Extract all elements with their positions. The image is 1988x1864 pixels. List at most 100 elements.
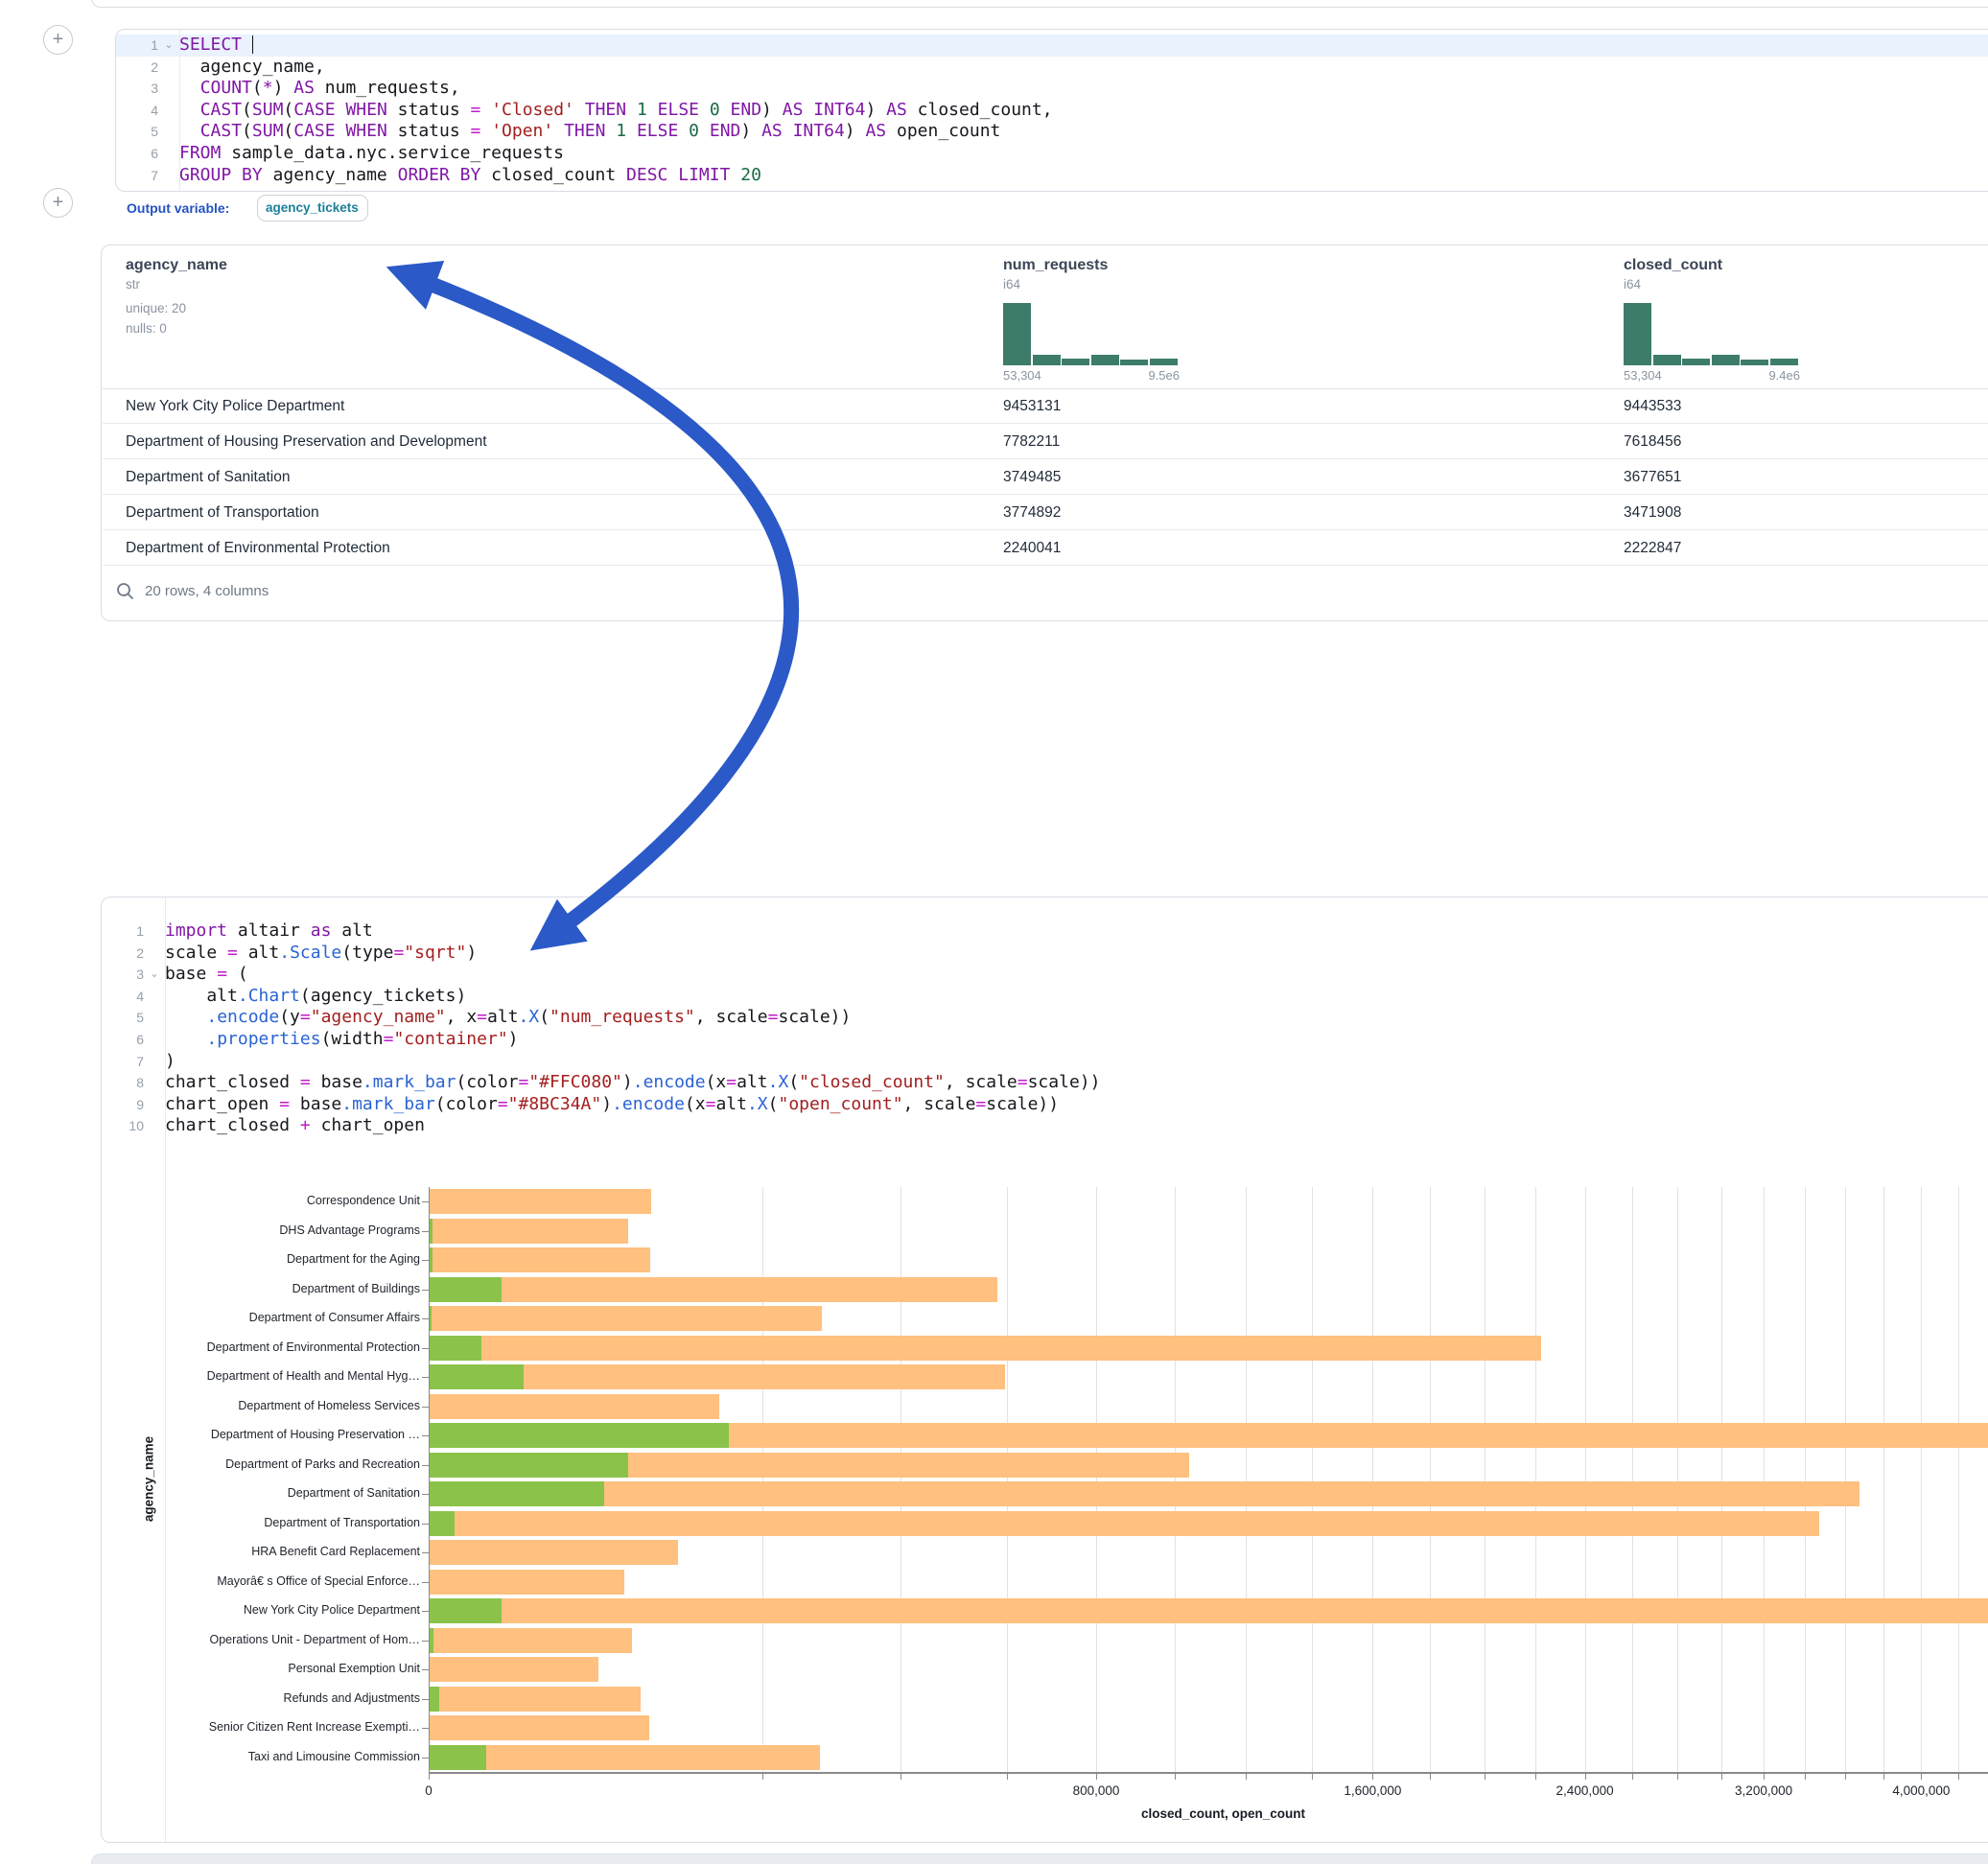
histogram-max: 9.5e6 [1003, 368, 1180, 383]
grid-line [1845, 1187, 1846, 1772]
bar-open [430, 1336, 481, 1361]
bar-open [430, 1219, 433, 1244]
bar-open [430, 1306, 432, 1331]
category-label: Department of Sanitation [132, 1486, 420, 1500]
grid-line [1883, 1187, 1884, 1772]
output-variable-label: Output variable: [127, 200, 229, 216]
x-tick [1096, 1772, 1097, 1780]
grid-line [1677, 1187, 1678, 1772]
grid-line [1721, 1187, 1722, 1772]
table-row[interactable]: Department of Sanitation37494853677651 [103, 459, 1988, 495]
table-cell: 3471908 [1624, 495, 1681, 530]
histogram-bar [1770, 359, 1798, 365]
x-tick [1805, 1772, 1806, 1780]
table-cell: 3774892 [1003, 495, 1061, 530]
category-label: Operations Unit - Department of Hom… [132, 1633, 420, 1646]
category-label: Correspondence Unit [132, 1194, 420, 1207]
column-header[interactable]: agency_name [126, 257, 227, 274]
bar-closed [430, 1219, 628, 1244]
code-line: 2 agency_name, [116, 57, 1988, 79]
histogram-max: 9.4e6 [1624, 368, 1800, 383]
code-line: 7) [102, 1051, 1988, 1073]
histogram [1624, 303, 1800, 365]
category-label: HRA Benefit Card Replacement [132, 1545, 420, 1558]
grid-line [1312, 1187, 1313, 1772]
category-label: Department of Health and Mental Hyg… [132, 1369, 420, 1383]
column-header[interactable]: num_requests [1003, 257, 1108, 274]
bar-closed [430, 1687, 641, 1712]
bar-closed [430, 1657, 598, 1682]
code-line: 9chart_open = base.mark_bar(color="#8BC3… [102, 1094, 1988, 1116]
bar-open [430, 1511, 455, 1536]
category-label: Mayorâ€ s Office of Special Enforce… [132, 1574, 420, 1588]
x-tick-label: 4,000,000 [1892, 1783, 1950, 1798]
sql-code-editor[interactable]: 1⌄SELECT 2 agency_name,3 COUNT(*) AS num… [116, 30, 1988, 186]
grid-line [1430, 1187, 1431, 1772]
grid-line [1921, 1187, 1922, 1772]
code-line: 4 alt.Chart(agency_tickets) [102, 986, 1988, 1008]
x-tick [1175, 1772, 1176, 1780]
bar-closed [430, 1189, 651, 1214]
table-row[interactable]: Department of Transportation377489234719… [103, 495, 1988, 530]
code-line: 1import altair as alt [102, 920, 1988, 943]
next-cell-edge[interactable] [91, 1853, 1988, 1864]
x-tick [1883, 1772, 1884, 1780]
x-tick [1430, 1772, 1431, 1780]
category-label: Department of Consumer Affairs [132, 1311, 420, 1324]
table-cell: 3677651 [1624, 459, 1681, 495]
y-tick [422, 1260, 429, 1261]
x-tick-label: 3,200,000 [1735, 1783, 1792, 1798]
y-tick [422, 1758, 429, 1759]
category-label: Department for the Aging [132, 1252, 420, 1266]
x-tick [1764, 1772, 1765, 1780]
category-label: Taxi and Limousine Commission [132, 1750, 420, 1763]
grid-line [1632, 1187, 1633, 1772]
code-line: 5 .encode(y="agency_name", x=alt.X("num_… [102, 1007, 1988, 1029]
y-tick [422, 1669, 429, 1670]
bar-open [430, 1628, 433, 1653]
table-row[interactable]: New York City Police Department945313194… [103, 388, 1988, 424]
table-row[interactable]: Department of Housing Preservation and D… [103, 424, 1988, 459]
y-tick [422, 1435, 429, 1436]
sql-cell[interactable]: 1⌄SELECT 2 agency_name,3 COUNT(*) AS num… [115, 29, 1988, 192]
y-tick [422, 1290, 429, 1291]
add-cell-button[interactable]: + [43, 25, 73, 55]
x-tick [1921, 1772, 1922, 1780]
x-tick-label: 1,600,000 [1344, 1783, 1401, 1798]
code-line: 6FROM sample_data.nyc.service_requests [116, 143, 1988, 165]
histogram-bar [1003, 303, 1031, 365]
y-tick [422, 1524, 429, 1525]
table-footer: 20 rows, 4 columns [145, 583, 269, 599]
y-tick [422, 1494, 429, 1495]
x-tick [900, 1772, 901, 1780]
x-tick [1632, 1772, 1633, 1780]
table-cell: 9453131 [1003, 388, 1061, 424]
x-tick-label: 800,000 [1073, 1783, 1120, 1798]
code-line: 3 COUNT(*) AS num_requests, [116, 78, 1988, 100]
y-tick [422, 1582, 429, 1583]
code-line: 7GROUP BY agency_name ORDER BY closed_co… [116, 165, 1988, 187]
column-type: i64 [1624, 277, 1641, 291]
column-header[interactable]: closed_count [1624, 257, 1722, 274]
grid-line [1585, 1187, 1586, 1772]
table-cell: 2240041 [1003, 530, 1061, 566]
bar-open [430, 1423, 729, 1448]
histogram-bar [1033, 355, 1061, 365]
python-code-editor[interactable]: 1import altair as alt2scale = alt.Scale(… [102, 897, 1988, 1137]
y-axis-title: agency_name [142, 1398, 156, 1561]
add-cell-button[interactable]: + [43, 188, 73, 218]
text-cursor [252, 35, 254, 54]
search-icon[interactable] [115, 581, 136, 602]
output-variable-pill[interactable]: agency_tickets [257, 195, 368, 221]
histogram-bar [1741, 360, 1768, 365]
table-row[interactable]: Department of Environmental Protection22… [103, 530, 1988, 566]
table-cell: Department of Sanitation [126, 459, 290, 495]
code-line: 1⌄SELECT [116, 35, 1988, 57]
category-label: Department of Homeless Services [132, 1399, 420, 1412]
category-label: Refunds and Adjustments [132, 1691, 420, 1705]
code-line: 6 .properties(width="container") [102, 1029, 1988, 1051]
histogram-bar [1682, 359, 1710, 365]
histogram-bar [1624, 303, 1651, 365]
grid-line [1805, 1187, 1806, 1772]
y-tick [422, 1465, 429, 1466]
